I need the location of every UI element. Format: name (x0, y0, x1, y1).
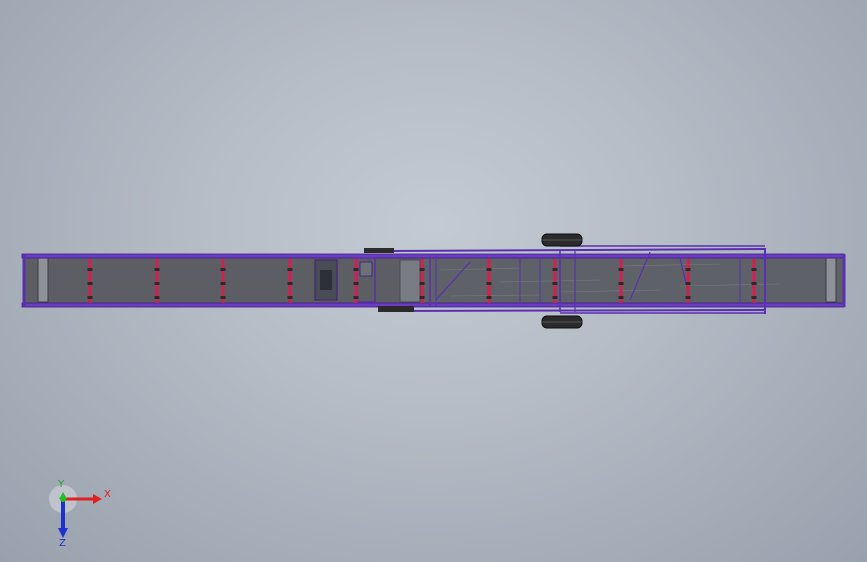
graphics-viewport[interactable]: X Y Z (0, 0, 867, 562)
conveyor-model[interactable] (0, 0, 867, 562)
y-axis-label: Y (57, 479, 65, 490)
tail-drum (37, 257, 49, 303)
head-drum (825, 257, 837, 303)
coordinate-triad: X Y Z (49, 479, 111, 548)
x-axis-label: X (104, 489, 111, 500)
z-axis-label: Z (59, 538, 66, 548)
